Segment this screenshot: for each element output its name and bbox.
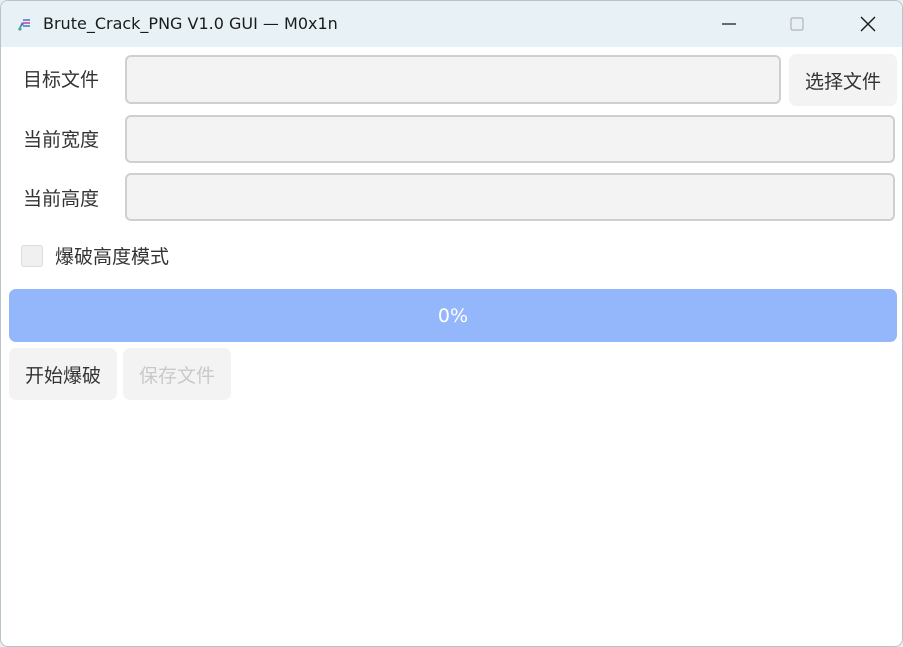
close-button[interactable] xyxy=(836,1,900,47)
current-width-label: 当前宽度 xyxy=(23,129,100,151)
maximize-icon xyxy=(789,16,805,32)
window-title: Brute_Crack_PNG V1.0 GUI — M0x1n xyxy=(43,14,338,33)
brute-height-mode-label[interactable]: 爆破高度模式 xyxy=(55,242,169,269)
brute-height-mode-checkbox[interactable] xyxy=(21,245,43,267)
progress-text: 0% xyxy=(437,304,469,327)
current-width-input[interactable] xyxy=(125,115,895,163)
target-file-label: 目标文件 xyxy=(23,69,100,91)
minimize-icon xyxy=(721,16,737,32)
target-file-input[interactable] xyxy=(125,55,781,104)
maximize-button[interactable] xyxy=(765,1,829,47)
app-icon xyxy=(17,17,31,31)
minimize-button[interactable] xyxy=(697,1,761,47)
app-window: Brute_Crack_PNG V1.0 GUI — M0x1n 目标文件 选择… xyxy=(0,0,903,647)
current-height-input[interactable] xyxy=(125,173,895,221)
progress-bar: 0% xyxy=(9,289,897,342)
save-file-button[interactable]: 保存文件 xyxy=(123,348,231,400)
title-bar[interactable]: Brute_Crack_PNG V1.0 GUI — M0x1n xyxy=(1,1,902,47)
start-brute-button[interactable]: 开始爆破 xyxy=(9,348,117,400)
current-height-label: 当前高度 xyxy=(23,188,100,210)
close-icon xyxy=(859,15,877,33)
choose-file-button[interactable]: 选择文件 xyxy=(789,54,897,106)
